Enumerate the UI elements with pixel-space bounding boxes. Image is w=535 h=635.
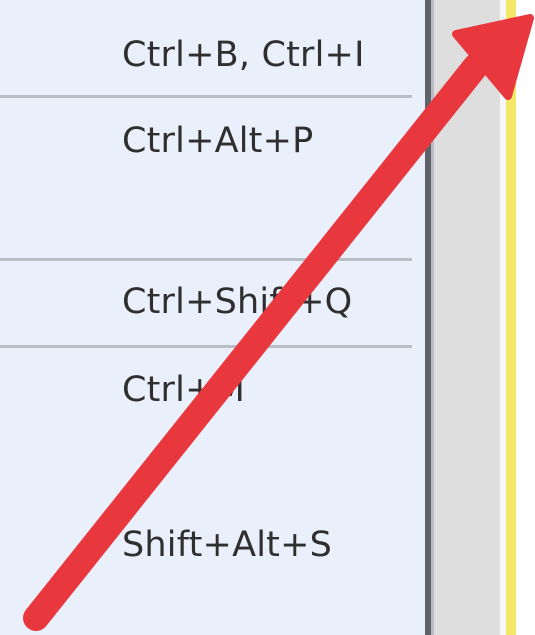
highlight-line	[506, 0, 516, 635]
shortcut-text: Ctrl+M	[122, 370, 245, 410]
background-edge	[516, 0, 535, 635]
background-strip	[434, 0, 500, 635]
shortcut-text: Ctrl+Shift+Q	[122, 282, 353, 322]
menu-separator	[0, 258, 412, 261]
shortcut-text: Ctrl+Alt+P	[122, 121, 314, 161]
menu-separator	[0, 95, 412, 98]
menu-separator	[0, 345, 412, 348]
shortcut-text: Ctrl+B, Ctrl+I	[122, 35, 365, 75]
shortcut-text: Shift+Alt+S	[122, 525, 333, 565]
context-menu: Ctrl+B, Ctrl+I Ctrl+Alt+P Ctrl+Shift+Q C…	[0, 0, 425, 635]
screenshot-crop: Ctrl+B, Ctrl+I Ctrl+Alt+P Ctrl+Shift+Q C…	[0, 0, 535, 635]
